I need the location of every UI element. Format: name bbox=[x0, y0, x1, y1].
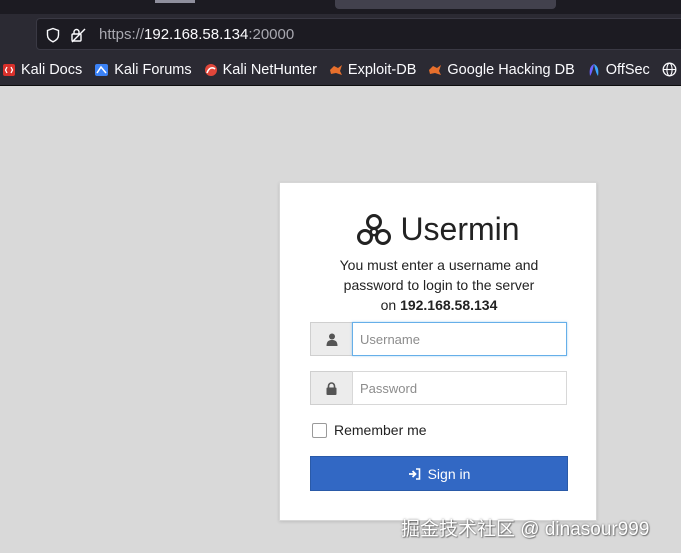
bookmark-kali-docs[interactable]: Kali Docs bbox=[2, 62, 82, 78]
url-host: 192.168.58.134 bbox=[144, 26, 249, 43]
ghdb-icon bbox=[429, 64, 442, 75]
brand-title: Usermin bbox=[400, 211, 520, 247]
password-group bbox=[310, 371, 567, 405]
username-input[interactable] bbox=[352, 322, 567, 356]
remember-me-label[interactable]: Remember me bbox=[334, 422, 427, 438]
tab-inactive[interactable] bbox=[155, 0, 195, 3]
navigation-bar: https://192.168.58.134:20000 bbox=[0, 14, 681, 54]
kali-forums-icon bbox=[95, 63, 109, 76]
bookmark-kali-nethunter[interactable]: Kali NetHunter bbox=[204, 62, 317, 78]
lock-icon bbox=[310, 371, 352, 405]
login-message: You must enter a username and password t… bbox=[310, 255, 568, 315]
username-group bbox=[310, 322, 567, 356]
remember-me-row[interactable]: Remember me bbox=[312, 422, 427, 438]
message-on: on bbox=[380, 297, 397, 313]
bookmark-kali-forums[interactable]: Kali Forums bbox=[94, 61, 192, 78]
bookmark-label: Google Hacking DB bbox=[447, 61, 575, 78]
sign-in-icon bbox=[408, 467, 420, 480]
exploit-db-icon bbox=[329, 64, 342, 75]
shield-icon[interactable] bbox=[45, 27, 61, 48]
globe-icon bbox=[662, 62, 677, 77]
url-bar[interactable]: https://192.168.58.134:20000 bbox=[36, 18, 681, 50]
bookmark-label: Exploit-DB bbox=[347, 61, 417, 78]
password-input[interactable] bbox=[352, 371, 567, 405]
message-line: on 192.168.58.134 bbox=[310, 295, 568, 315]
tab-active[interactable] bbox=[335, 0, 556, 9]
bookmark-google-hacking-db[interactable]: Google Hacking DB bbox=[428, 61, 575, 78]
sign-in-button[interactable]: Sign in bbox=[310, 456, 568, 491]
kali-docs-icon bbox=[3, 63, 15, 76]
bookmarks-toolbar: Kali Docs Kali Forums Kali NetHunter Exp… bbox=[0, 54, 681, 86]
kali-nethunter-icon bbox=[204, 63, 217, 76]
remember-me-checkbox[interactable] bbox=[312, 422, 327, 438]
bookmark-offsec[interactable]: OffSec bbox=[587, 62, 650, 78]
offsec-icon bbox=[589, 63, 599, 76]
brand-header: Usermin bbox=[280, 211, 596, 248]
url-text[interactable]: https://192.168.58.134:20000 bbox=[99, 26, 294, 43]
user-icon bbox=[310, 322, 352, 356]
bookmark-label: Kali Docs bbox=[21, 61, 83, 78]
usermin-logo-icon bbox=[357, 213, 392, 245]
bookmark-label: OffSec bbox=[605, 61, 650, 78]
bookmark-more[interactable] bbox=[662, 62, 681, 77]
sign-in-label: Sign in bbox=[427, 465, 471, 482]
message-line: password to login to the server bbox=[343, 277, 535, 293]
url-port: :20000 bbox=[248, 26, 295, 43]
lock-warning-icon[interactable] bbox=[70, 27, 88, 48]
tab-strip bbox=[0, 0, 681, 14]
watermark: 掘金技术社区 @ dinasour999 bbox=[401, 519, 650, 540]
server-host: 192.168.58.134 bbox=[400, 297, 498, 313]
bookmark-exploit-db[interactable]: Exploit-DB bbox=[329, 61, 417, 78]
bookmark-label: Kali Forums bbox=[114, 61, 192, 78]
login-card: Usermin You must enter a username and pa… bbox=[279, 182, 597, 521]
bookmark-label: Kali NetHunter bbox=[222, 61, 317, 78]
url-scheme: https:// bbox=[99, 26, 145, 43]
message-line: You must enter a username and bbox=[339, 257, 539, 273]
